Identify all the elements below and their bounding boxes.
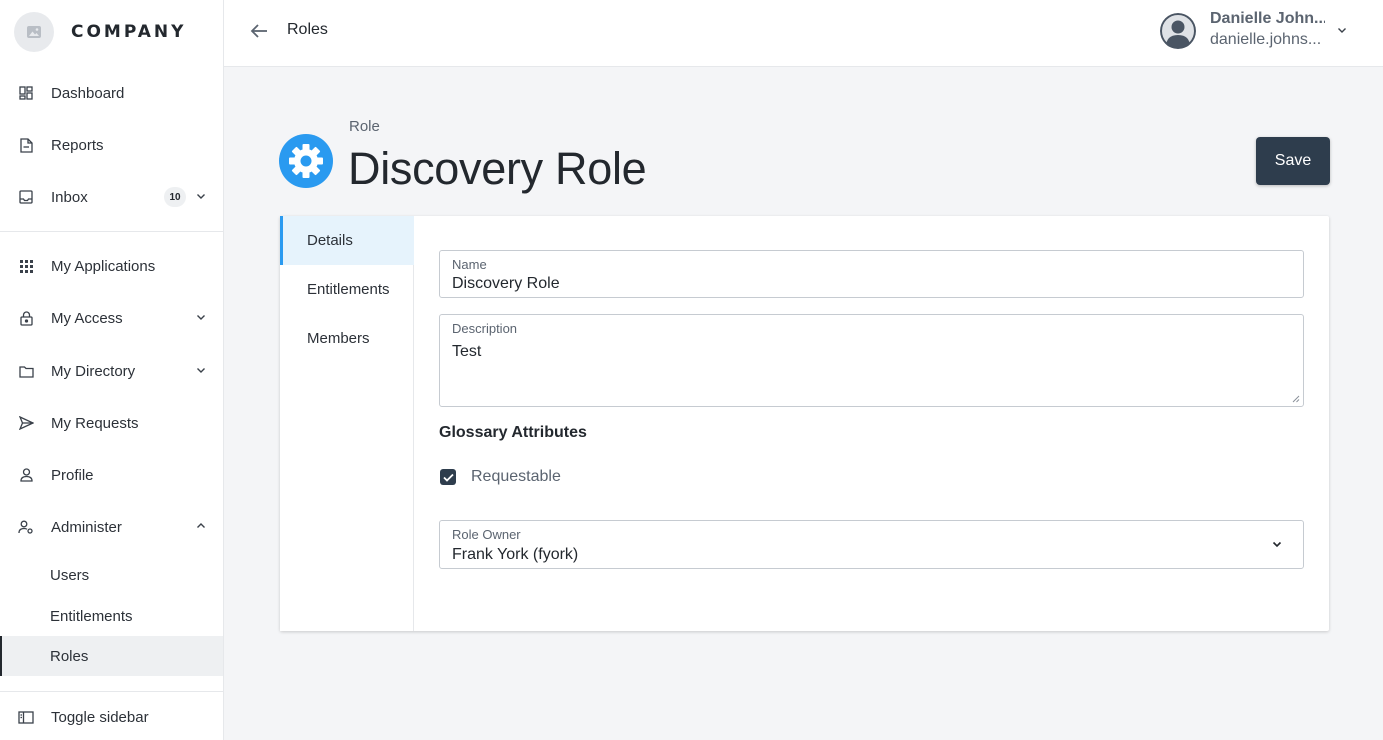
sidebar-item-label: My Applications — [51, 257, 156, 275]
role-owner-label: Role Owner — [452, 527, 521, 542]
chevron-up-icon[interactable] — [195, 520, 207, 532]
send-icon — [18, 415, 34, 431]
report-icon — [18, 137, 34, 153]
name-field[interactable]: Name Discovery Role — [439, 250, 1304, 298]
requestable-checkbox[interactable] — [440, 469, 456, 485]
sidebar-subitem-entitlements[interactable]: Entitlements — [0, 596, 223, 636]
page-title: Discovery Role — [348, 143, 647, 194]
sidebar-toggle-icon — [18, 709, 34, 725]
folder-icon — [18, 363, 34, 379]
sidebar-item-profile[interactable]: Profile — [0, 455, 223, 495]
description-field[interactable]: Description Test — [439, 314, 1304, 407]
role-owner-value: Frank York (fyork) — [452, 546, 579, 563]
sidebar-item-label: Profile — [51, 466, 94, 484]
page-eyebrow: Role — [349, 118, 380, 135]
sidebar-item-my-directory[interactable]: My Directory — [0, 351, 223, 391]
sidebar-item-administer[interactable]: Administer — [0, 507, 223, 547]
check-icon — [442, 473, 454, 482]
chevron-down-icon[interactable] — [195, 364, 207, 376]
tab-members[interactable]: Members — [280, 314, 414, 363]
brand: COMPANY — [0, 0, 223, 64]
inbox-count-badge: 10 — [164, 187, 186, 207]
sidebar-item-label: My Requests — [51, 414, 139, 432]
sidebar-item-label: Dashboard — [51, 84, 125, 102]
sidebar-item-label: Reports — [51, 136, 104, 154]
toggle-sidebar-label: Toggle sidebar — [51, 708, 149, 726]
sidebar-item-dashboard[interactable]: Dashboard — [0, 73, 223, 113]
user-email[interactable]: danielle.johns... — [1210, 31, 1325, 49]
user-name[interactable]: Danielle John... — [1210, 10, 1325, 28]
top-header: Roles Danielle John... danielle.johns... — [224, 0, 1383, 67]
sidebar: COMPANY Dashboard Reports Inbox 10 My Ap… — [0, 0, 224, 740]
sidebar-item-label: Inbox — [51, 188, 88, 206]
dashboard-icon — [18, 85, 34, 101]
tab-details[interactable]: Details — [280, 216, 414, 265]
sidebar-subitem-users[interactable]: Users — [0, 555, 223, 595]
section-title: Glossary Attributes — [439, 424, 587, 441]
user-icon — [18, 467, 34, 483]
sidebar-item-label: Administer — [51, 518, 122, 536]
logo-placeholder-icon — [14, 12, 54, 52]
avatar[interactable] — [1160, 13, 1196, 49]
sidebar-item-inbox[interactable]: Inbox 10 — [0, 177, 223, 217]
chevron-down-icon[interactable] — [195, 311, 207, 323]
sidebar-item-label: My Access — [51, 309, 123, 327]
name-input[interactable]: Discovery Role — [452, 275, 560, 293]
toggle-sidebar-button[interactable]: Toggle sidebar — [0, 697, 223, 737]
sidebar-item-my-requests[interactable]: My Requests — [0, 403, 223, 443]
sidebar-item-my-applications[interactable]: My Applications — [0, 246, 223, 286]
chevron-down-icon[interactable] — [1271, 538, 1283, 550]
user-settings-icon — [18, 519, 34, 535]
save-button[interactable]: Save — [1256, 137, 1330, 185]
sidebar-item-label: My Directory — [51, 362, 136, 380]
gear-icon — [279, 134, 333, 188]
brand-name: COMPANY — [71, 22, 187, 42]
sidebar-item-reports[interactable]: Reports — [0, 125, 223, 165]
sidebar-divider — [0, 231, 223, 232]
sidebar-item-my-access[interactable]: My Access — [0, 298, 223, 338]
chevron-down-icon[interactable] — [195, 190, 207, 202]
chevron-down-icon[interactable] — [1336, 24, 1348, 36]
name-field-label: Name — [452, 257, 487, 272]
apps-grid-icon — [18, 258, 34, 274]
resize-handle-icon[interactable] — [1292, 395, 1300, 403]
back-arrow-icon[interactable] — [248, 20, 270, 42]
inbox-icon — [18, 189, 34, 205]
role-owner-select[interactable]: Role Owner Frank York (fyork) — [439, 520, 1304, 569]
description-field-label: Description — [452, 321, 518, 336]
tab-entitlements[interactable]: Entitlements — [280, 265, 414, 314]
sidebar-divider — [0, 691, 223, 692]
lock-icon — [18, 310, 34, 326]
sidebar-subitem-roles[interactable]: Roles — [0, 636, 223, 676]
requestable-label[interactable]: Requestable — [471, 468, 561, 486]
description-textarea[interactable]: Test — [452, 343, 481, 361]
tab-list: Details Entitlements Members — [280, 216, 414, 631]
page-breadcrumb: Roles — [287, 21, 328, 38]
